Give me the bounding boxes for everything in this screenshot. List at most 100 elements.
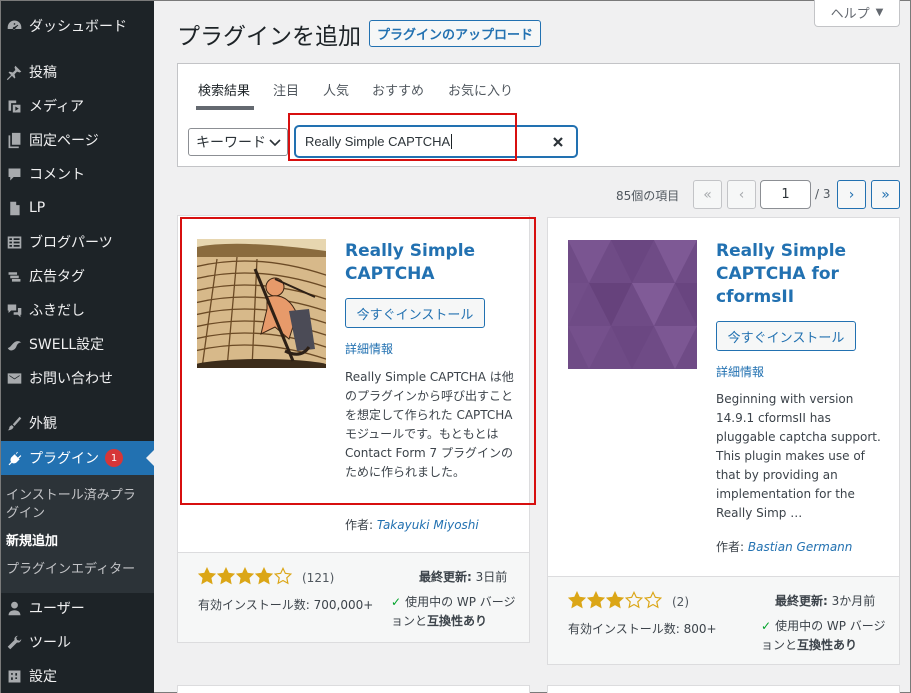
user-icon: [1, 600, 27, 617]
page-total: / 3: [815, 187, 831, 201]
star-empty-icon: [644, 591, 662, 609]
admin-sidebar: ダッシュボード 投稿 メディア 固定ページ コメント LP ブログパーツ 広告タ…: [1, 1, 154, 693]
next-page-button[interactable]: ›: [837, 180, 866, 209]
tab-popular[interactable]: 人気: [323, 80, 349, 99]
last-page-button[interactable]: »: [871, 180, 900, 209]
tab-favorites[interactable]: お気に入り: [448, 80, 513, 99]
last-updated-value: 3か月前: [831, 594, 876, 608]
check-icon: ✓: [391, 595, 402, 609]
star-empty-icon: [274, 567, 292, 585]
media-icon: [1, 98, 27, 115]
card-footer: (121) 有効インストール数: 700,000+ 最終更新: 3日前 ✓ 使用中…: [178, 552, 529, 642]
sidebar-item-contact[interactable]: お問い合わせ: [1, 361, 154, 395]
tab-featured[interactable]: 注目: [273, 80, 299, 99]
items-count: 85個の項目: [616, 189, 680, 203]
sidebar-item-swell-settings[interactable]: SWELL設定: [1, 327, 154, 361]
speech-bubble-icon: [1, 302, 27, 319]
sidebar-item-users[interactable]: ユーザー: [1, 591, 154, 625]
sidebar-item-ad-tags[interactable]: 広告タグ: [1, 259, 154, 293]
clear-search-icon[interactable]: [552, 136, 564, 148]
submenu-plugin-editor[interactable]: プラグインエディター: [6, 561, 146, 579]
last-updated: 最終更新: 3か月前: [775, 592, 875, 609]
plugin-card: Really Simple CAPTCHA for cformsII 今すぐイン…: [547, 217, 900, 665]
star-filled-icon: [587, 591, 605, 609]
star-filled-icon: [236, 567, 254, 585]
tab-search-results[interactable]: 検索結果: [198, 80, 250, 99]
dashboard-icon: [1, 18, 27, 35]
search-type-value: キーワード: [196, 135, 266, 151]
sidebar-item-tools[interactable]: ツール: [1, 625, 154, 659]
sidebar-item-comments[interactable]: コメント: [1, 157, 154, 191]
submenu-installed-plugins[interactable]: インストール済みプラグイン: [6, 487, 146, 523]
chevron-down-icon: [269, 139, 281, 147]
plugin-author: 作者: Takayuki Miyoshi: [345, 516, 479, 533]
author-link[interactable]: Takayuki Miyoshi: [377, 518, 479, 532]
plugin-thumbnail-geometric[interactable]: [568, 240, 697, 369]
sidebar-item-speech-bubbles[interactable]: ふきだし: [1, 293, 154, 327]
page-title: プラグインを追加: [177, 24, 361, 50]
plugin-card-partial: [177, 685, 530, 693]
active-installs: 有効インストール数: 800+: [568, 622, 717, 636]
wrench-icon: [1, 634, 27, 651]
last-updated-label: 最終更新:: [775, 594, 828, 608]
upload-plugin-button[interactable]: プラグインのアップロード: [369, 20, 542, 47]
sidebar-item-posts[interactable]: 投稿: [1, 55, 154, 89]
plugin-description: Beginning with version 14.9.1 cformsII h…: [716, 392, 881, 520]
star-filled-icon: [198, 567, 216, 585]
sidebar-item-lp[interactable]: LP: [1, 191, 154, 225]
sidebar-item-pages[interactable]: 固定ページ: [1, 123, 154, 157]
rating-count[interactable]: (121): [302, 571, 334, 585]
prev-page-button[interactable]: ‹: [727, 180, 756, 209]
tab-recommended[interactable]: おすすめ: [372, 80, 424, 99]
star-filled-icon: [255, 567, 273, 585]
update-count-badge: 1: [105, 449, 123, 467]
page-icon: [1, 132, 27, 149]
author-link[interactable]: Bastian Germann: [748, 540, 853, 554]
help-label: ヘルプ: [830, 7, 870, 22]
pin-icon: [1, 64, 27, 81]
author-label: 作者:: [716, 540, 745, 554]
sidebar-item-appearance[interactable]: 外観: [1, 406, 154, 440]
install-now-button[interactable]: 今すぐインストール: [716, 321, 856, 351]
star-rating: [198, 567, 292, 585]
table-icon: [1, 234, 27, 251]
mail-icon: [1, 370, 27, 387]
sidebar-item-blog-parts[interactable]: ブログパーツ: [1, 225, 154, 259]
caret-down-icon: ▼: [875, 7, 884, 18]
filter-bar: 検索結果 注目 人気 おすすめ お気に入り キーワード Really Simpl…: [177, 63, 900, 167]
settings-icon: [1, 668, 27, 685]
document-icon: [1, 200, 27, 217]
help-button[interactable]: ヘルプ ▼: [814, 0, 900, 27]
star-filled-icon: [606, 591, 624, 609]
plugin-name-link[interactable]: Really Simple CAPTCHA for cformsII: [716, 240, 891, 309]
star-filled-icon: [217, 567, 235, 585]
sidebar-item-settings[interactable]: 設定: [1, 659, 154, 693]
brush-icon: [1, 415, 27, 432]
search-type-select[interactable]: キーワード: [188, 128, 288, 156]
last-updated-label: 最終更新:: [419, 570, 472, 584]
star-empty-icon: [625, 591, 643, 609]
last-updated: 最終更新: 3日前: [419, 568, 507, 585]
sidebar-item-media[interactable]: メディア: [1, 89, 154, 123]
rating-count[interactable]: (2): [672, 595, 689, 609]
compat-bold: 互換性あり: [427, 614, 488, 628]
last-updated-value: 3日前: [475, 570, 508, 584]
plugins-submenu: インストール済みプラグイン 新規追加 プラグインエディター: [1, 475, 154, 593]
plugin-card-partial: [547, 685, 900, 693]
sidebar-item-plugins[interactable]: プラグイン 1: [1, 441, 154, 475]
compatibility-status: ✓ 使用中の WP バージョンと互換性あり: [391, 593, 519, 631]
plugin-author: 作者: Bastian Germann: [716, 538, 852, 555]
current-page-input[interactable]: 1: [760, 180, 811, 209]
first-page-button[interactable]: «: [693, 180, 722, 209]
plugin-icon: [1, 450, 27, 467]
more-details-link[interactable]: 詳細情報: [716, 363, 764, 380]
author-label: 作者:: [345, 518, 374, 532]
compat-bold: 互換性あり: [797, 638, 858, 652]
plugin-highlight-box: [180, 217, 536, 505]
swell-icon: [1, 336, 27, 353]
active-installs: 有効インストール数: 700,000+: [198, 598, 374, 612]
comment-icon: [1, 166, 27, 183]
sidebar-item-dashboard[interactable]: ダッシュボード: [1, 9, 154, 43]
card-footer: (2) 有効インストール数: 800+ 最終更新: 3か月前 ✓ 使用中の WP …: [548, 576, 899, 664]
submenu-add-new[interactable]: 新規追加: [6, 533, 146, 551]
